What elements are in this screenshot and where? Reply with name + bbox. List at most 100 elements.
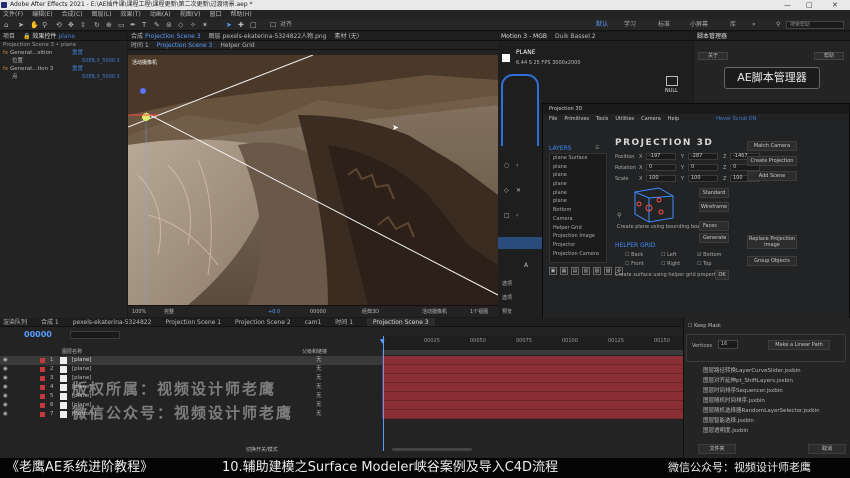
time-ruler[interactable]: 00025 00050 00075 00100 00125 00150 [382, 336, 683, 350]
tab-scene3[interactable]: Projection Scene 3 [367, 318, 435, 326]
stamp-tool-icon[interactable]: ⊜ [166, 21, 172, 29]
workspace-small-screen[interactable]: 小屏幕 [690, 20, 708, 30]
reset-link[interactable]: 重置 [72, 49, 83, 57]
parent-dropdown[interactable]: 无 [316, 401, 322, 410]
effect-row[interactable]: fx Generat...tion 3 重置 [0, 65, 127, 73]
motion-diamond-icon[interactable]: ◇ [504, 187, 509, 194]
script-item[interactable]: 图层对齐延伸pt_ShiftLayers.jsxbin [700, 376, 846, 386]
layers-list-item[interactable]: plane [550, 189, 606, 198]
help-button[interactable]: 帮助 [814, 52, 844, 60]
fx-icon[interactable]: fx [3, 66, 8, 72]
menu-effect[interactable]: 效果(T) [121, 10, 141, 19]
rotate-tool-icon[interactable]: ↻ [94, 21, 100, 29]
create-projection-button[interactable]: Create Projection [747, 156, 797, 166]
motion-font-icon[interactable]: A [524, 262, 528, 269]
script-item[interactable]: 图层随机选择器RandomLayerSelector.jsxbin [700, 406, 846, 416]
eye-icon[interactable]: ◉ [3, 401, 8, 410]
tab-effect-controls[interactable]: 🔒 效果控件 plane [23, 32, 75, 40]
add-scene-button[interactable]: Add Scene [747, 171, 797, 181]
layers-list-item[interactable]: plane [550, 163, 606, 172]
lock-icon[interactable]: 🔒 [23, 33, 30, 40]
local-axis-icon[interactable]: ➤ [226, 21, 232, 29]
point-value[interactable]: 50EB,3_5000.3 [82, 73, 120, 81]
hover-scrub-toggle[interactable]: Hover Scrub ON [716, 114, 756, 124]
layers-list-item[interactable]: plane [550, 197, 606, 207]
layers-list-item[interactable]: Projection Camera [550, 250, 606, 259]
puppet-tool-icon[interactable]: ✶ [202, 21, 208, 29]
script-item[interactable]: 图层随机时间排序.jsxbin [700, 396, 846, 406]
tab-footage[interactable]: 素材 (无) [335, 32, 360, 40]
tab-time1[interactable]: 时间 1 [335, 318, 353, 326]
make-linear-path-button[interactable]: Make a Linear Path [768, 340, 830, 350]
tab-pexels[interactable]: pexels-ekaterina-5324822 [73, 318, 152, 326]
layers-menu-icon[interactable]: ☰ [595, 145, 599, 151]
snap-checkbox-icon[interactable]: ☐ [270, 21, 276, 29]
parent-dropdown[interactable]: 无 [316, 356, 322, 365]
fx-icon[interactable]: fx [3, 50, 8, 56]
check-bottom[interactable]: ☑ Bottom [697, 252, 721, 258]
brush-tool-icon[interactable]: ✎ [154, 21, 160, 29]
script-item[interactable]: 图层路径转换LayerCurveSlider.jsxbin [700, 366, 846, 376]
p3d-menu-tools[interactable]: Tools [596, 114, 608, 124]
minimize-button[interactable]: — [784, 0, 791, 10]
wireframe-button[interactable]: Wireframe [699, 202, 729, 212]
rotation-y-field[interactable]: 0 [688, 164, 718, 171]
point-value[interactable]: 50EB,3_5000.3 [82, 57, 120, 65]
subtab-scene3[interactable]: Projection Scene 3 [157, 41, 213, 49]
label-color[interactable] [40, 385, 45, 390]
motion-close-icon[interactable]: ✕ [516, 187, 521, 194]
eye-icon[interactable]: ◉ [3, 383, 8, 392]
timeline-zoom-slider[interactable] [392, 448, 472, 451]
menu-edit[interactable]: 编辑(E) [32, 10, 52, 19]
check-right[interactable]: ☐ Right [661, 261, 680, 267]
anchor-tool-icon[interactable]: ⊕ [106, 21, 112, 29]
pan-tool-icon[interactable]: ✥ [68, 21, 74, 29]
script-item[interactable]: 图层透明度.jsxbin [700, 426, 846, 436]
dolly-tool-icon[interactable]: ⇳ [80, 21, 86, 29]
layers-list-item[interactable]: Bottom [550, 206, 606, 215]
menu-composition[interactable]: 合成(C) [62, 10, 83, 19]
ok-button[interactable]: OK [715, 270, 729, 280]
scale-x-field[interactable]: 100 [646, 175, 676, 182]
help-search-input[interactable]: 搜索帮助 [786, 21, 844, 29]
tab-cam1[interactable]: cam1 [305, 318, 322, 326]
work-area-bar[interactable] [382, 350, 683, 355]
parent-dropdown[interactable]: 无 [316, 392, 322, 401]
eye-icon[interactable]: ◉ [3, 410, 8, 419]
layers-list-item[interactable]: plane [550, 180, 606, 189]
view-axis-icon[interactable]: □ [250, 21, 257, 29]
label-color[interactable] [40, 376, 45, 381]
p3d-menu-utilities[interactable]: Utilities [615, 114, 634, 124]
exposure-value[interactable]: +0.0 [268, 306, 280, 318]
parent-dropdown[interactable]: 无 [316, 410, 322, 419]
folder-button[interactable]: 文件夹 [698, 444, 736, 454]
layer-name[interactable]: [plane] [72, 365, 92, 374]
group-objects-button[interactable]: Group Objects [747, 256, 797, 266]
layers-list-item[interactable]: Helper Grid [550, 224, 606, 233]
null-object-icon[interactable] [666, 76, 678, 86]
world-axis-icon[interactable]: ✚ [238, 21, 244, 29]
roto-tool-icon[interactable]: ✧ [190, 21, 196, 29]
magnifier-icon[interactable]: ⚲ [617, 212, 621, 219]
motion-option2[interactable]: 选项 [502, 294, 512, 301]
check-back[interactable]: ☐ Back [625, 252, 643, 258]
rectangle-tool-icon[interactable]: ▭ [118, 21, 125, 29]
workspace-library[interactable]: 库 [730, 20, 736, 30]
tab-duik[interactable]: Duik Bassel.2 [555, 32, 596, 40]
resolution-dropdown[interactable]: 完整 [164, 306, 174, 318]
menu-view[interactable]: 视图(V) [180, 10, 201, 19]
pen-tool-icon[interactable]: ✒ [130, 21, 136, 29]
tab-scene1[interactable]: Projection Scene 1 [165, 318, 221, 326]
eye-icon[interactable]: ◉ [3, 365, 8, 374]
selection-tool-icon[interactable]: ➤ [18, 21, 24, 29]
check-top[interactable]: ☐ Top [697, 261, 712, 267]
label-color[interactable] [40, 394, 45, 399]
tab-motion[interactable]: Motion 3 - MGB [501, 32, 547, 40]
motion-preview-option[interactable]: 预览 [502, 308, 512, 315]
scale-y-field[interactable]: 100 [688, 175, 718, 182]
script-manager-title[interactable]: 脚本管理器 [697, 32, 727, 40]
motion-play-icon[interactable]: ○ [504, 162, 509, 169]
p3d-menu-primitives[interactable]: Primitives [564, 114, 589, 124]
tab-render-queue[interactable]: 渲染队列 [3, 318, 27, 326]
effect-row[interactable]: fx Generat...sition 重置 [0, 49, 127, 57]
